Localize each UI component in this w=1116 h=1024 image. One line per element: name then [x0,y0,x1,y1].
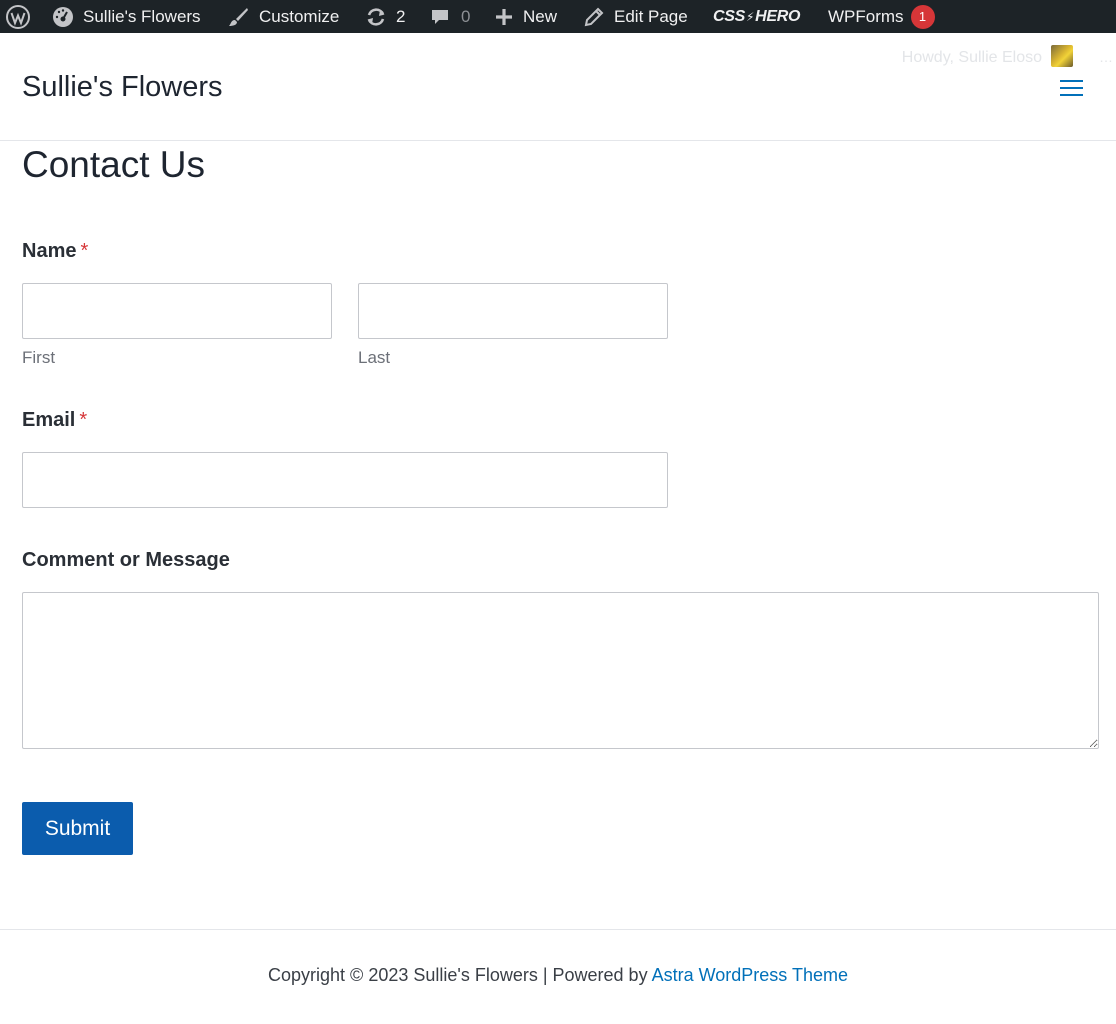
wordpress-icon [6,4,30,29]
howdy-user-greeting[interactable]: Howdy, Sullie Eloso [902,49,1042,67]
plus-icon [495,8,513,26]
name-label-text: Name [22,240,77,262]
name-field-label: Name * [22,240,88,263]
wpforms-menu[interactable]: WPForms 1 [828,0,935,33]
required-asterisk: * [80,240,89,262]
copyright-text: Copyright © 2023 Sullie's Flowers | Powe… [268,965,652,985]
astra-theme-link[interactable]: Astra WordPress Theme [652,965,848,985]
required-asterisk: * [79,409,88,431]
last-name-input[interactable] [358,283,668,339]
css-hero-menu[interactable]: CSS⚡HERO [713,0,800,33]
comments-count: 0 [461,6,471,26]
pencil-icon [584,7,604,27]
email-label-text: Email [22,409,76,431]
message-field-label: Comment or Message [22,549,230,571]
new-content-menu[interactable]: New [495,0,557,33]
site-name-label: Sullie's Flowers [83,6,201,26]
updates-count: 2 [396,6,406,26]
more-dots-icon: … [1099,49,1113,65]
footer-copyright: Copyright © 2023 Sullie's Flowers | Powe… [0,965,1116,986]
customize-menu[interactable]: Customize [227,0,339,33]
new-label: New [523,6,558,26]
hamburger-menu-icon[interactable] [1060,80,1084,98]
site-title[interactable]: Sullie's Flowers [22,71,223,104]
dashboard-gauge-icon [52,6,74,28]
updates-menu[interactable]: 2 [365,0,405,33]
email-input[interactable] [22,452,668,508]
first-name-input[interactable] [22,283,332,339]
site-footer: Copyright © 2023 Sullie's Flowers | Powe… [0,929,1116,1024]
wp-logo-menu[interactable] [6,0,30,33]
submit-button[interactable]: Submit [22,802,133,855]
wpforms-label: WPForms [828,6,904,26]
site-name-menu[interactable]: Sullie's Flowers [52,0,201,33]
edit-page-menu[interactable]: Edit Page [584,0,688,33]
first-name-sublabel: First [22,348,56,367]
email-field-label: Email * [22,409,87,432]
page-title: Contact Us [22,144,206,185]
user-avatar[interactable] [1051,45,1073,67]
paintbrush-icon [227,6,249,28]
update-arrows-icon [365,6,387,28]
wp-admin-bar: Sullie's Flowers Customize 2 0 New Edit … [0,0,1116,33]
edit-page-label: Edit Page [614,6,688,26]
css-hero-logo: CSS⚡HERO [713,7,801,25]
message-textarea[interactable] [22,592,1099,749]
site-header: Howdy, Sullie Eloso … Sullie's Flowers [0,33,1116,141]
comments-menu[interactable]: 0 [430,0,470,33]
wpforms-notification-badge: 1 [910,4,935,29]
last-name-sublabel: Last [358,348,391,367]
comment-bubble-icon [430,7,450,27]
customize-label: Customize [259,6,340,26]
